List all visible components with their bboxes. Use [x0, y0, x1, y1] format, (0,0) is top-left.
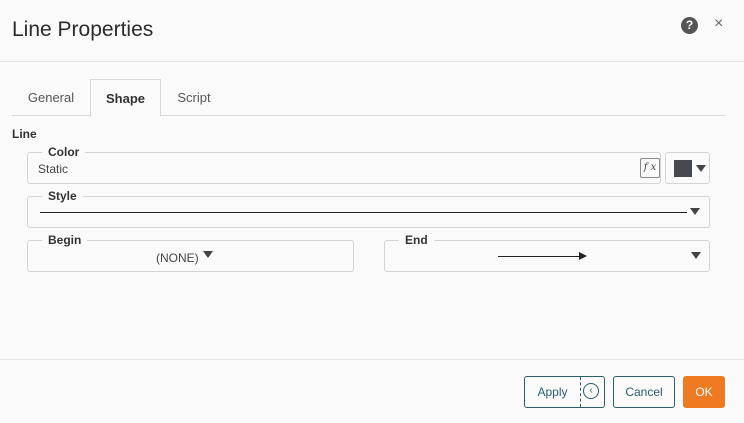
end-label: End [399, 233, 434, 247]
style-label: Style [42, 189, 83, 203]
apply-label: Apply [537, 385, 568, 399]
dialog-header: Line Properties ? × [0, 0, 744, 62]
color-picker-button[interactable] [665, 152, 710, 184]
chevron-down-icon [690, 208, 700, 215]
apply-divider [580, 377, 581, 407]
chevron-down-icon [203, 251, 213, 258]
close-icon[interactable]: × [714, 14, 723, 34]
tab-script[interactable]: Script [161, 79, 227, 116]
line-properties-dialog: Line Properties ? × General Shape Script… [0, 0, 744, 423]
begin-select[interactable]: Begin (NONE) [27, 233, 354, 272]
color-field[interactable]: Color Static f x [27, 145, 661, 184]
color-swatch [674, 160, 692, 177]
chevron-down-icon [696, 165, 706, 172]
tab-general[interactable]: General [12, 79, 90, 116]
help-icon[interactable]: ? [681, 17, 698, 34]
dialog-footer: Apply ‹ Cancel OK [0, 359, 744, 423]
ok-button[interactable]: OK [683, 376, 725, 408]
begin-label: Begin [42, 233, 88, 247]
apply-options-icon[interactable]: ‹ [583, 383, 599, 399]
tab-shape[interactable]: Shape [90, 79, 161, 117]
color-label: Color [42, 145, 86, 159]
color-mode-value: Static [38, 162, 69, 176]
tab-bar: General Shape Script [12, 79, 725, 117]
end-select[interactable]: End [384, 233, 710, 272]
solid-line-preview [40, 212, 687, 213]
chevron-down-icon [691, 252, 701, 259]
arrow-head-icon [579, 252, 587, 260]
cancel-button[interactable]: Cancel [613, 376, 675, 408]
begin-value: (NONE) [156, 251, 199, 265]
section-label-line: Line [12, 127, 37, 141]
dialog-title: Line Properties [12, 18, 154, 41]
formula-icon[interactable]: f x [640, 158, 660, 178]
style-select[interactable]: Style [27, 189, 710, 228]
apply-button[interactable]: Apply ‹ [524, 376, 605, 408]
arrow-line-preview [498, 256, 580, 257]
